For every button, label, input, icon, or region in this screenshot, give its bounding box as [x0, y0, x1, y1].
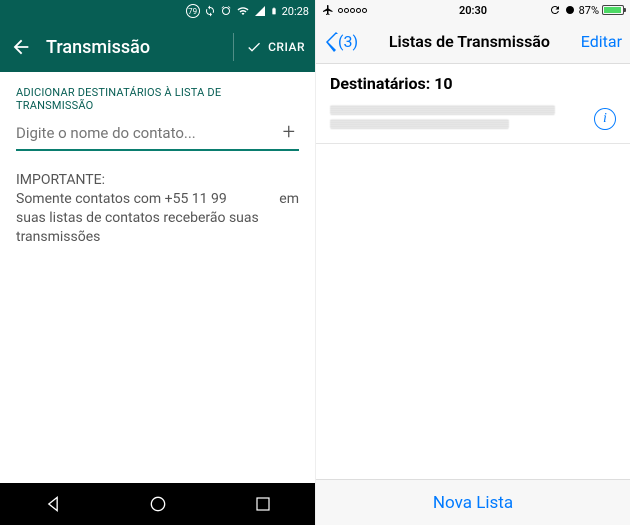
signal-icon: [254, 5, 266, 17]
nav-home-icon[interactable]: [148, 494, 168, 514]
new-list-button[interactable]: Nova Lista: [433, 493, 513, 513]
sync-icon: [204, 5, 216, 17]
check-icon: [246, 39, 262, 55]
android-status-bar: 79 20:28: [0, 0, 315, 22]
back-count: (3): [338, 32, 358, 51]
ios-status-bar: 20:30 87%: [316, 0, 630, 20]
create-label: CRIAR: [268, 40, 305, 54]
signal-dots-icon: [338, 8, 367, 13]
alarm-icon: [564, 4, 576, 16]
ios-header: (3) Listas de Transmissão Editar: [316, 20, 630, 64]
redacted-names: [330, 105, 586, 133]
back-button[interactable]: (3): [324, 32, 358, 52]
add-icon[interactable]: +: [279, 120, 299, 145]
important-line1: Somente contatos com +55 11 99: [16, 191, 227, 207]
status-time: 20:28: [282, 5, 309, 18]
important-title: IMPORTANTE:: [16, 171, 299, 190]
header-separator: [233, 33, 234, 61]
important-em: em: [279, 190, 299, 209]
recipients-heading: Destinatários: 10: [316, 64, 630, 99]
refresh-icon: [549, 4, 561, 16]
android-pane: 79 20:28 Transmissão CRIAR ADICIONAR DES…: [0, 0, 315, 525]
contact-name-input[interactable]: [16, 124, 279, 142]
android-body: ADICIONAR DESTINATÁRIOS À LISTA DE TRANS…: [0, 72, 315, 261]
edit-button[interactable]: Editar: [581, 32, 622, 51]
list-item[interactable]: i: [316, 99, 630, 144]
battery-icon: [270, 5, 278, 17]
android-nav-bar: [0, 483, 315, 525]
wifi-icon: [236, 5, 250, 17]
notification-badge-icon: 79: [186, 4, 200, 18]
back-arrow-icon[interactable]: [10, 36, 32, 58]
ios-pane: 20:30 87% (3) Listas de Transmissão Edit…: [315, 0, 630, 525]
important-rest: suas listas de contatos receberão suas t…: [16, 210, 259, 245]
airplane-icon: [322, 4, 334, 16]
ios-footer: Nova Lista: [316, 479, 630, 525]
header-title: Transmissão: [46, 37, 221, 58]
android-header: Transmissão CRIAR: [0, 22, 315, 72]
contact-input-row: +: [16, 120, 299, 151]
chevron-left-icon: [324, 32, 338, 52]
create-button[interactable]: CRIAR: [246, 39, 305, 55]
important-notice: IMPORTANTE: Somente contatos com +55 11 …: [16, 171, 299, 247]
info-icon[interactable]: i: [594, 108, 616, 130]
nav-recent-icon[interactable]: [254, 495, 272, 513]
alarm-icon: [220, 5, 232, 17]
header-title: Listas de Transmissão: [358, 32, 581, 51]
battery-icon: [602, 5, 624, 15]
status-time: 20:30: [459, 4, 487, 17]
add-recipients-label: ADICIONAR DESTINATÁRIOS À LISTA DE TRANS…: [16, 86, 299, 112]
battery-percent: 87%: [579, 4, 599, 17]
ios-body: Destinatários: 10 i: [316, 64, 630, 144]
nav-back-icon[interactable]: [43, 494, 63, 514]
